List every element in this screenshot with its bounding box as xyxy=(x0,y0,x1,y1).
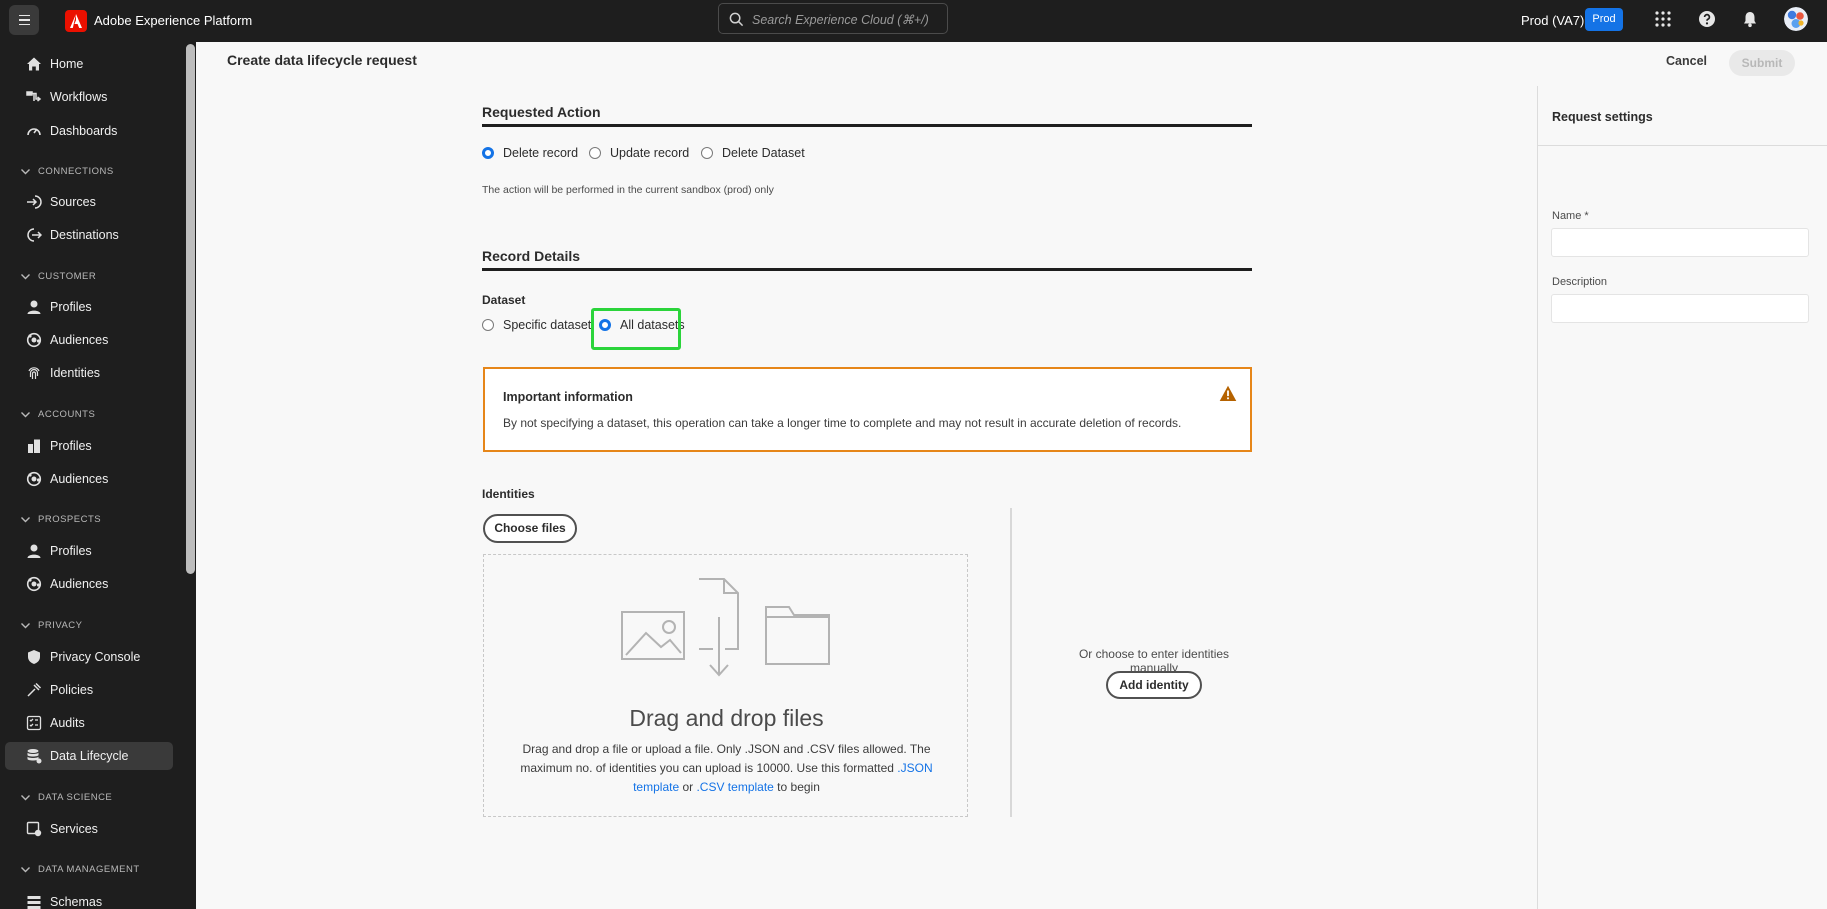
destinations-icon xyxy=(27,228,42,242)
radio-specific-dataset[interactable]: Specific dataset xyxy=(482,317,591,333)
sidebar-item-schemas[interactable]: Schemas xyxy=(5,888,173,909)
search-placeholder: Search Experience Cloud (⌘+/) xyxy=(752,13,929,27)
radio-delete-dataset[interactable]: Delete Dataset xyxy=(701,145,805,161)
dropzone-description: Drag and drop a file or upload a file. O… xyxy=(520,742,933,794)
sidebar: Home Workflows Dashboards CONNECTIONS So… xyxy=(0,42,196,909)
building-icon xyxy=(28,439,40,453)
file-upload-illustration xyxy=(621,578,830,677)
home-icon xyxy=(27,57,41,71)
radio-delete-record[interactable]: Delete record xyxy=(482,145,578,161)
sidebar-item-prospect-profiles[interactable]: Profiles xyxy=(5,537,173,565)
help-icon[interactable] xyxy=(1698,10,1716,28)
radio-circle[interactable] xyxy=(482,319,494,331)
sidebar-item-data-lifecycle[interactable]: Data Lifecycle xyxy=(5,742,173,770)
panel-divider xyxy=(1538,145,1827,146)
request-settings-title: Request settings xyxy=(1552,110,1653,124)
csv-template-link[interactable]: .CSV template xyxy=(696,780,773,794)
sidebar-item-customer-profiles[interactable]: Profiles xyxy=(5,293,173,321)
request-settings-panel: Request settings Name * Description xyxy=(1537,86,1827,909)
search-icon xyxy=(729,12,744,27)
sidebar-item-home[interactable]: Home xyxy=(5,50,173,78)
sidebar-item-identities[interactable]: Identities xyxy=(5,359,173,387)
sidebar-item-privacy-console[interactable]: Privacy Console xyxy=(5,643,173,671)
schemas-icon xyxy=(27,896,41,909)
cancel-button[interactable]: Cancel xyxy=(1666,54,1707,68)
sidebar-item-destinations[interactable]: Destinations xyxy=(5,221,173,249)
section-divider xyxy=(482,268,1252,271)
sources-icon xyxy=(27,195,42,209)
dataset-label: Dataset xyxy=(482,293,526,307)
sidebar-item-account-audiences[interactable]: Audiences xyxy=(5,465,173,493)
data-lifecycle-icon xyxy=(27,749,42,764)
important-information-alert: Important information By not specifying … xyxy=(483,367,1252,452)
submit-button[interactable]: Submit xyxy=(1729,50,1795,76)
add-identity-button[interactable]: Add identity xyxy=(1106,671,1202,699)
sidebar-item-sources[interactable]: Sources xyxy=(5,188,173,216)
record-details-heading: Record Details xyxy=(482,248,581,264)
alert-text: By not specifying a dataset, this operat… xyxy=(503,416,1182,430)
sidebar-item-services[interactable]: Services xyxy=(5,815,173,843)
app-title[interactable]: Adobe Experience Platform xyxy=(94,13,252,28)
radio-circle[interactable] xyxy=(589,147,601,159)
highlight-box xyxy=(591,308,681,350)
audiences-icon xyxy=(26,471,42,487)
profile-icon xyxy=(27,544,41,558)
adobe-logo[interactable] xyxy=(65,10,87,32)
dropzone-title: Drag and drop files xyxy=(629,705,824,731)
choose-files-button[interactable]: Choose files xyxy=(483,514,577,543)
vertical-divider xyxy=(1010,508,1012,817)
alert-icon xyxy=(1219,385,1237,401)
radio-update-record[interactable]: Update record xyxy=(589,145,689,161)
requested-action-heading: Requested Action xyxy=(482,104,601,120)
audits-icon xyxy=(26,715,42,731)
chevron-down-icon xyxy=(21,867,30,873)
search-input[interactable]: Search Experience Cloud (⌘+/) xyxy=(718,3,948,34)
chevron-down-icon xyxy=(21,623,30,629)
alert-title: Important information xyxy=(503,390,633,404)
sidebar-scrollbar[interactable] xyxy=(185,42,196,909)
identities-label: Identities xyxy=(482,487,535,501)
chevron-down-icon xyxy=(21,795,30,801)
main-content: Create data lifecycle request Cancel Sub… xyxy=(196,42,1827,909)
sidebar-item-account-profiles[interactable]: Profiles xyxy=(5,432,173,460)
page-title: Create data lifecycle request xyxy=(227,52,417,68)
description-field[interactable] xyxy=(1551,294,1809,323)
services-icon xyxy=(26,821,42,837)
audiences-icon xyxy=(26,576,42,592)
sandbox-badge[interactable]: Prod xyxy=(1585,8,1623,31)
fingerprint-icon xyxy=(28,367,40,379)
profile-icon xyxy=(27,300,41,314)
sandbox-note: The action will be performed in the curr… xyxy=(482,184,774,196)
audiences-icon xyxy=(26,332,42,348)
name-label: Name * xyxy=(1552,210,1589,222)
workflows-icon xyxy=(26,91,42,102)
description-label: Description xyxy=(1552,276,1608,288)
sidebar-item-audits[interactable]: Audits xyxy=(5,709,173,737)
sidebar-item-workflows[interactable]: Workflows xyxy=(5,83,173,111)
apps-grid-icon[interactable] xyxy=(1654,10,1672,28)
file-dropzone[interactable]: Drag and drop files Drag and drop a file… xyxy=(483,554,968,817)
sidebar-item-prospect-audiences[interactable]: Audiences xyxy=(5,570,173,598)
menu-icon[interactable] xyxy=(9,5,39,35)
section-divider xyxy=(482,124,1252,127)
radio-circle[interactable] xyxy=(482,147,494,159)
avatar[interactable] xyxy=(1784,7,1808,31)
policies-icon xyxy=(27,682,42,697)
chevron-down-icon xyxy=(21,517,30,523)
chevron-down-icon xyxy=(21,169,30,175)
shield-icon xyxy=(28,650,40,664)
top-bar: Adobe Experience Platform Search Experie… xyxy=(0,0,1827,42)
org-name[interactable]: Prod (VA7) xyxy=(1521,13,1584,28)
chevron-down-icon xyxy=(21,274,30,280)
sidebar-item-dashboards[interactable]: Dashboards xyxy=(5,117,173,145)
bell-icon[interactable] xyxy=(1741,10,1759,28)
name-field[interactable] xyxy=(1551,228,1809,257)
dashboard-icon xyxy=(27,128,41,136)
sidebar-item-customer-audiences[interactable]: Audiences xyxy=(5,326,173,354)
sidebar-item-policies[interactable]: Policies xyxy=(5,676,173,704)
radio-circle[interactable] xyxy=(701,147,713,159)
chevron-down-icon xyxy=(21,412,30,418)
